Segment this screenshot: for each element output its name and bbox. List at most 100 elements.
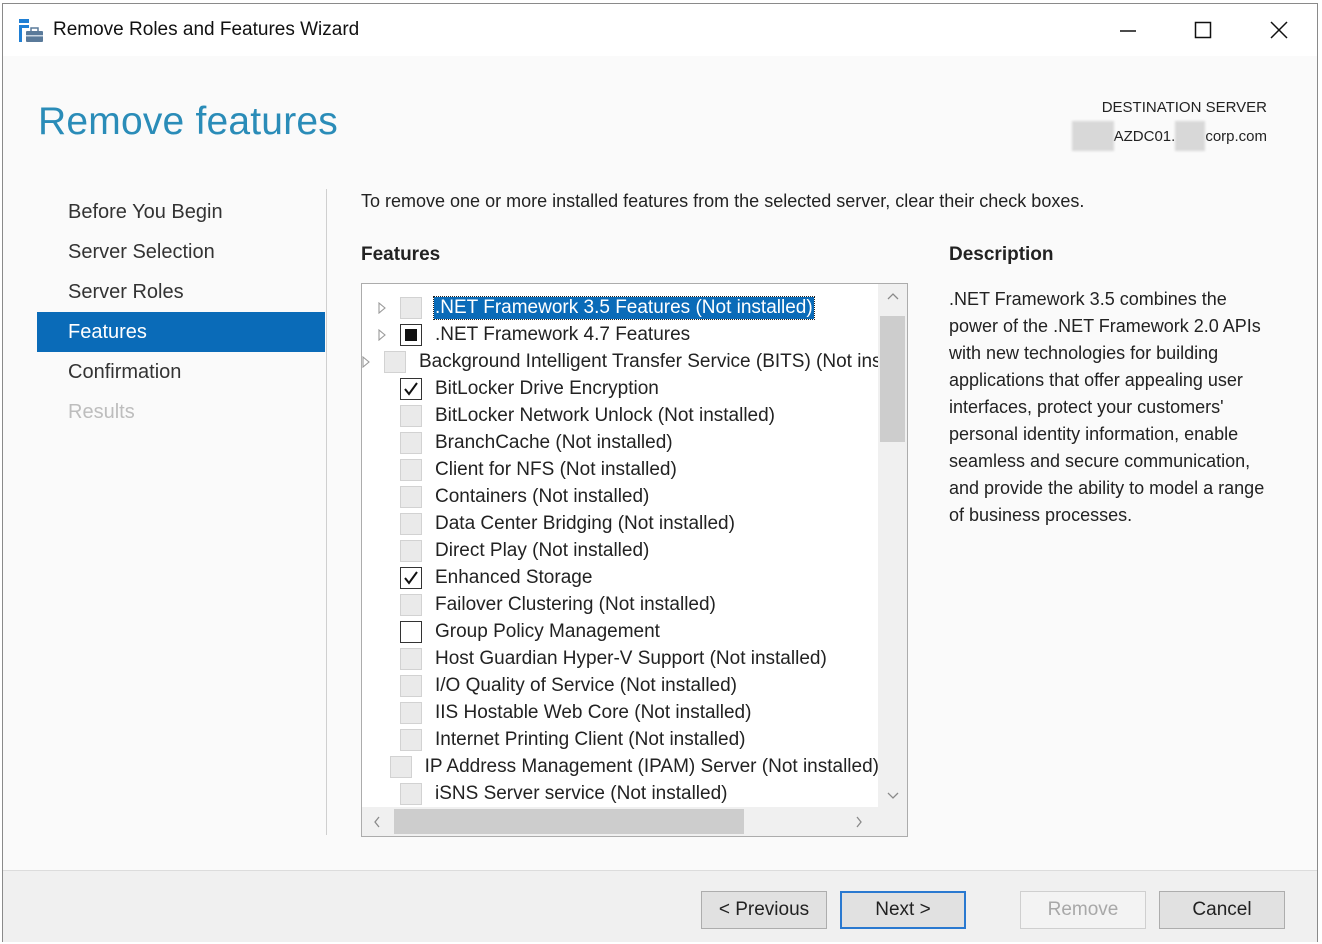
feature-row[interactable]: IP Address Management (IPAM) Server (Not…	[362, 753, 880, 780]
expand-triangle-icon	[378, 301, 386, 314]
title-bar: Remove Roles and Features Wizard	[3, 4, 1317, 56]
scroll-right-button[interactable]	[846, 807, 872, 836]
feature-row[interactable]: Data Center Bridging (Not installed)	[362, 510, 880, 537]
feature-checkbox	[400, 296, 422, 319]
nav-item-confirmation[interactable]: Confirmation	[37, 352, 325, 392]
previous-button[interactable]: < Previous	[701, 891, 827, 929]
feature-checkbox	[400, 431, 422, 454]
feature-row[interactable]: Background Intelligent Transfer Service …	[362, 348, 907, 375]
horizontal-scroll-thumb[interactable]	[394, 809, 744, 834]
feature-checkbox	[400, 485, 422, 508]
feature-label[interactable]: Internet Printing Client (Not installed)	[434, 729, 746, 751]
expand-button[interactable]	[362, 328, 400, 341]
feature-label[interactable]: Enhanced Storage	[434, 567, 593, 589]
feature-checkbox	[400, 647, 422, 670]
feature-checkbox[interactable]	[400, 377, 422, 400]
maximize-icon	[1194, 21, 1212, 39]
feature-row[interactable]: I/O Quality of Service (Not installed)	[362, 672, 880, 699]
close-button[interactable]	[1256, 10, 1302, 50]
nav-item-before-you-begin[interactable]: Before You Begin	[37, 192, 325, 232]
feature-row[interactable]: Group Policy Management	[362, 618, 880, 645]
feature-label[interactable]: Containers (Not installed)	[434, 486, 650, 508]
horizontal-scrollbar[interactable]	[362, 807, 907, 836]
minimize-icon	[1120, 30, 1136, 32]
expand-button[interactable]	[362, 301, 400, 314]
feature-label[interactable]: IP Address Management (IPAM) Server (Not…	[424, 756, 880, 778]
features-tree[interactable]: .NET Framework 3.5 Features (Not install…	[361, 283, 908, 837]
feature-label[interactable]: Background Intelligent Transfer Service …	[418, 351, 907, 373]
chevron-down-icon	[887, 792, 898, 799]
feature-row[interactable]: BitLocker Drive Encryption	[362, 375, 880, 402]
feature-row[interactable]: .NET Framework 4.7 Features	[362, 321, 880, 348]
feature-row[interactable]: .NET Framework 3.5 Features (Not install…	[362, 294, 880, 321]
feature-row[interactable]: Failover Clustering (Not installed)	[362, 591, 880, 618]
vertical-scrollbar[interactable]	[878, 284, 907, 807]
nav-item-server-roles[interactable]: Server Roles	[37, 272, 325, 312]
feature-label[interactable]: Client for NFS (Not installed)	[434, 459, 678, 481]
cancel-button[interactable]: Cancel	[1159, 891, 1285, 929]
feature-row[interactable]: BitLocker Network Unlock (Not installed)	[362, 402, 880, 429]
next-button[interactable]: Next >	[840, 891, 966, 929]
nav-item-features[interactable]: Features	[37, 312, 325, 352]
feature-label[interactable]: Direct Play (Not installed)	[434, 540, 650, 562]
feature-label[interactable]: BranchCache (Not installed)	[434, 432, 674, 454]
feature-label[interactable]: I/O Quality of Service (Not installed)	[434, 675, 738, 697]
feature-checkbox	[400, 539, 422, 562]
minimize-button[interactable]	[1105, 10, 1151, 50]
close-icon	[1270, 21, 1288, 39]
feature-label[interactable]: Host Guardian Hyper-V Support (Not insta…	[434, 648, 828, 670]
redacted-block	[1175, 121, 1206, 151]
footer-bar: < Previous Next > Remove Cancel	[3, 870, 1317, 942]
features-heading: Features	[361, 244, 441, 265]
scroll-down-button[interactable]	[878, 783, 907, 807]
feature-row[interactable]: Client for NFS (Not installed)	[362, 456, 880, 483]
feature-label[interactable]: Data Center Bridging (Not installed)	[434, 513, 736, 535]
wizard-nav: Before You Begin Server Selection Server R…	[37, 192, 325, 432]
feature-row[interactable]: iSNS Server service (Not installed)	[362, 780, 880, 807]
expand-button[interactable]	[362, 355, 384, 368]
server-manager-icon	[18, 18, 44, 44]
feature-checkbox[interactable]	[400, 566, 422, 589]
feature-label[interactable]: .NET Framework 4.7 Features	[434, 324, 691, 346]
nav-item-server-selection[interactable]: Server Selection	[37, 232, 325, 272]
indeterminate-icon	[405, 328, 417, 341]
features-list: .NET Framework 3.5 Features (Not install…	[362, 294, 907, 807]
feature-checkbox[interactable]	[400, 620, 422, 643]
remove-button[interactable]: Remove	[1020, 891, 1146, 929]
feature-checkbox	[384, 350, 406, 373]
wizard-window: Remove Roles and Features Wizard Remove …	[2, 3, 1318, 942]
description-text: .NET Framework 3.5 combines the power of…	[949, 289, 1265, 525]
page-title: Remove features	[38, 100, 338, 143]
feature-label[interactable]: BitLocker Network Unlock (Not installed)	[434, 405, 776, 427]
feature-checkbox	[400, 701, 422, 724]
chevron-up-icon	[887, 293, 898, 300]
feature-row[interactable]: Host Guardian Hyper-V Support (Not insta…	[362, 645, 880, 672]
feature-row[interactable]: Containers (Not installed)	[362, 483, 880, 510]
scroll-up-button[interactable]	[878, 284, 907, 308]
server-name-suffix: corp.com	[1205, 127, 1267, 145]
feature-label[interactable]: iSNS Server service (Not installed)	[434, 783, 728, 805]
feature-label[interactable]: .NET Framework 3.5 Features (Not install…	[433, 295, 815, 320]
nav-divider	[326, 189, 327, 835]
feature-checkbox[interactable]	[400, 323, 422, 346]
feature-label[interactable]: Failover Clustering (Not installed)	[434, 594, 717, 616]
feature-row[interactable]: Direct Play (Not installed)	[362, 537, 880, 564]
feature-label[interactable]: IIS Hostable Web Core (Not installed)	[434, 702, 752, 724]
feature-checkbox	[400, 674, 422, 697]
chevron-left-icon	[374, 816, 380, 827]
feature-label[interactable]: Group Policy Management	[434, 621, 661, 643]
feature-row[interactable]: Enhanced Storage	[362, 564, 880, 591]
scroll-left-button[interactable]	[364, 807, 390, 836]
expand-triangle-icon	[378, 328, 386, 341]
maximize-button[interactable]	[1180, 10, 1226, 50]
destination-server-label: DESTINATION SERVER	[1101, 99, 1267, 116]
feature-row[interactable]: Internet Printing Client (Not installed)	[362, 726, 880, 753]
feature-checkbox	[400, 782, 422, 805]
vertical-scroll-thumb[interactable]	[880, 316, 905, 442]
checkmark-icon	[404, 570, 418, 585]
feature-label[interactable]: BitLocker Drive Encryption	[434, 378, 660, 400]
chevron-right-icon	[856, 816, 862, 827]
server-name-prefix: AZDC01.	[1113, 127, 1176, 145]
feature-row[interactable]: IIS Hostable Web Core (Not installed)	[362, 699, 880, 726]
feature-row[interactable]: BranchCache (Not installed)	[362, 429, 880, 456]
